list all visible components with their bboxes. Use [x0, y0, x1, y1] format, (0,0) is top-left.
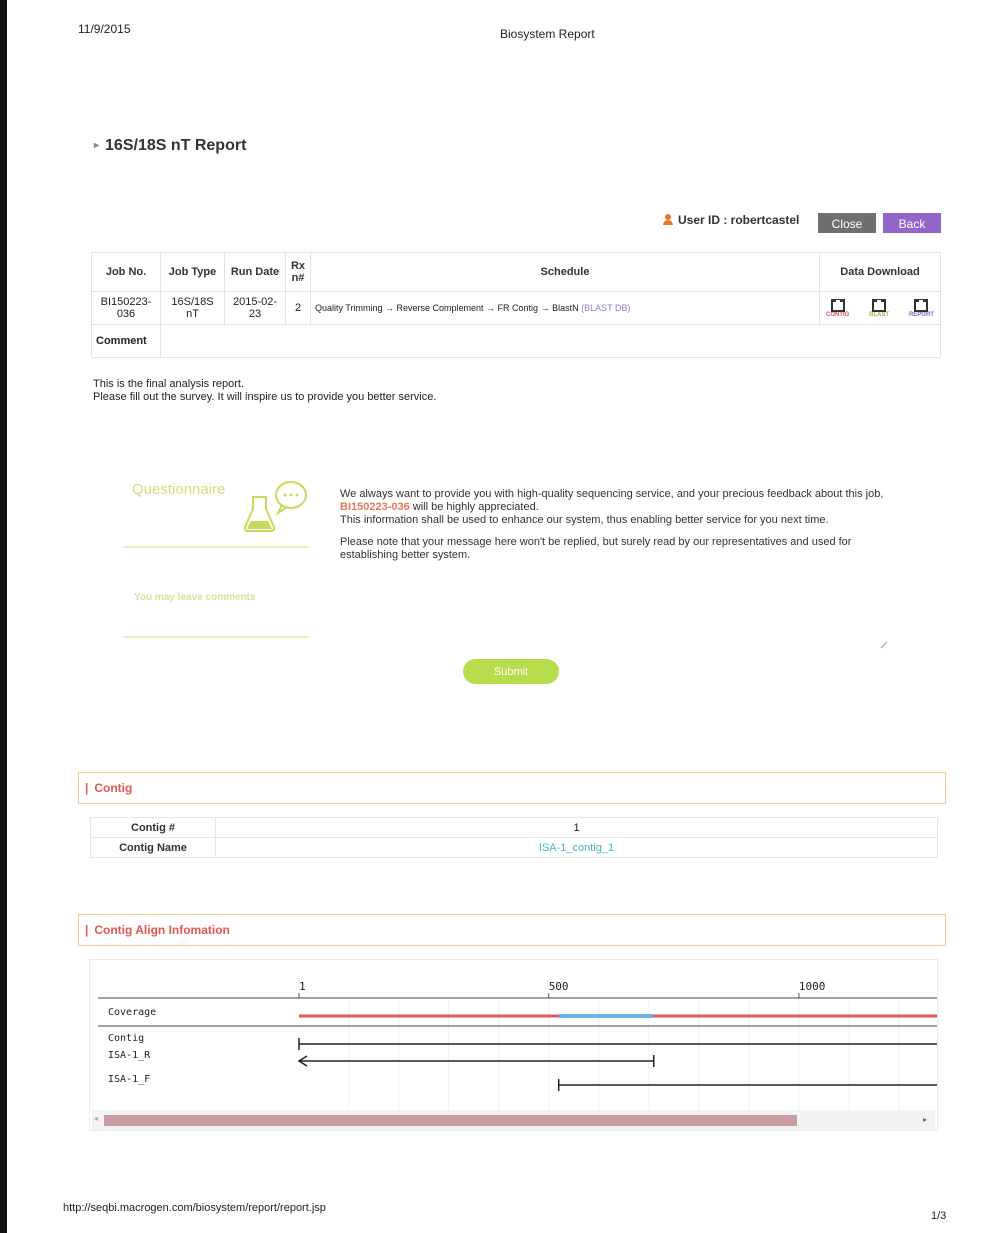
contig-name-label: Contig Name [90, 837, 216, 858]
contig-name-cell: ISA-1_contig_1 [215, 837, 938, 858]
q-text-c: This information shall be used to enhanc… [340, 514, 829, 526]
section-title: Contig Align Infomation [94, 923, 230, 937]
intro-line: This is the final analysis report. [93, 378, 245, 390]
table-row: Contig Name ISA-1_contig_1 [90, 837, 938, 858]
track-label: Contig [108, 1033, 144, 1044]
questionnaire-text: We always want to provide you with high-… [340, 488, 900, 571]
submit-button[interactable]: Submit [463, 659, 559, 684]
questionnaire-note: Please note that your message here won't… [340, 536, 852, 561]
rxn-cell: 2 [285, 291, 311, 325]
print-title: Biosystem Report [500, 27, 595, 41]
download-cell: CONTIG BLAST REPORT [819, 291, 941, 325]
scale-tick-label: 500 [549, 980, 569, 993]
scale-tick-label: 1000 [799, 980, 826, 993]
scroll-right-icon[interactable]: ▸ [923, 1115, 927, 1124]
schedule-steps: Quality Trimming → Reverse Complement → … [315, 303, 579, 313]
contig-name-link[interactable]: ISA-1_contig_1 [539, 842, 614, 854]
table-row: BI150223-036 16S/18S nT 2015-02-23 2 Qua… [91, 291, 941, 325]
comments-label: You may leave comments [134, 592, 256, 603]
alignment-viewer: 1 500 1000 Coverage Contig ISA-1_R ISA-1_F [98, 980, 937, 1110]
comment-textarea[interactable] [338, 587, 892, 653]
questionnaire-title: Questionnaire [132, 481, 226, 498]
questionnaire-paragraph: We always want to provide you with high-… [340, 488, 900, 527]
user-info: User ID : robertcastel [662, 213, 799, 227]
intro-text: This is the final analysis report. Pleas… [93, 378, 436, 404]
q-text-b: will be highly appreciated. [412, 501, 539, 513]
align-section-header: | Contig Align Infomation [78, 914, 946, 946]
col-job-type: Job Type [160, 252, 225, 292]
alignment-panel: 1 500 1000 Coverage Contig ISA-1_R ISA-1_F [89, 959, 938, 1131]
col-run-date: Run Date [224, 252, 286, 292]
divider [124, 546, 309, 548]
download-blast-label: BLAST [869, 311, 890, 318]
comment-label: Comment [91, 324, 161, 358]
back-button[interactable]: Back [883, 213, 941, 233]
footer-url: http://seqbi.macrogen.com/biosystem/repo… [63, 1202, 326, 1214]
col-data-download: Data Download [819, 252, 941, 292]
blast-db-link[interactable]: (BLAST DB) [581, 303, 630, 313]
close-button[interactable]: Close [818, 213, 876, 233]
job-no-cell: BI150223-036 [91, 291, 161, 325]
divider [124, 636, 309, 638]
contig-number-label: Contig # [90, 817, 216, 838]
print-date: 11/9/2015 [78, 22, 131, 36]
section-marker: | [85, 781, 89, 795]
comment-row: Comment [91, 324, 941, 358]
scale-tick-label: 1 [299, 980, 306, 993]
bullet-arrow-icon: ▸ [94, 140, 100, 152]
page-title: ▸ 16S/18S nT Report [94, 137, 246, 155]
user-icon [662, 214, 674, 226]
section-title: Contig [94, 781, 133, 795]
intro-line: Please fill out the survey. It will insp… [93, 391, 437, 403]
flask-chat-icon [243, 481, 307, 532]
download-contig-label: CONTIG [826, 311, 850, 318]
job-number-highlight: BI150223-036 [340, 501, 410, 513]
page-number: 1/3 [931, 1210, 947, 1222]
col-schedule: Schedule [310, 252, 820, 292]
job-table: Job No. Job Type Run Date Rx n# Schedule… [91, 252, 941, 358]
run-date-cell: 2015-02-23 [224, 291, 286, 325]
page-title-text: 16S/18S nT Report [105, 137, 247, 154]
download-report-button[interactable]: REPORT [908, 298, 934, 318]
contig-section-header: | Contig [78, 772, 946, 804]
job-table-header: Job No. Job Type Run Date Rx n# Schedule… [91, 252, 941, 292]
coverage-label: Coverage [108, 1007, 156, 1018]
scroll-left-icon[interactable]: ◂ [94, 1114, 98, 1123]
contig-number-value: 1 [215, 817, 938, 838]
comment-value [160, 324, 941, 358]
floppy-disk-icon [872, 298, 887, 312]
table-row: Contig # 1 [90, 817, 938, 838]
q-text-a: We always want to provide you with high-… [340, 488, 884, 500]
track-label: ISA-1_F [108, 1074, 150, 1085]
job-type-cell: 16S/18S nT [160, 291, 225, 325]
col-rxn: Rx n# [285, 252, 311, 292]
contig-table: Contig # 1 Contig Name ISA-1_contig_1 [90, 817, 938, 858]
col-job-no: Job No. [91, 252, 161, 292]
resize-handle-icon[interactable] [880, 641, 888, 649]
schedule-cell: Quality Trimming → Reverse Complement → … [310, 291, 820, 325]
user-id-label: User ID : robertcastel [678, 213, 800, 227]
scan-edge [0, 0, 7, 1233]
download-contig-button[interactable]: CONTIG [826, 298, 850, 318]
download-report-label: REPORT [908, 311, 934, 318]
floppy-disk-icon [914, 298, 929, 312]
floppy-disk-icon [830, 298, 845, 312]
scrollbar-thumb[interactable] [104, 1115, 797, 1126]
section-marker: | [85, 923, 89, 937]
download-blast-button[interactable]: BLAST [869, 298, 890, 318]
track-label: ISA-1_R [108, 1050, 151, 1061]
